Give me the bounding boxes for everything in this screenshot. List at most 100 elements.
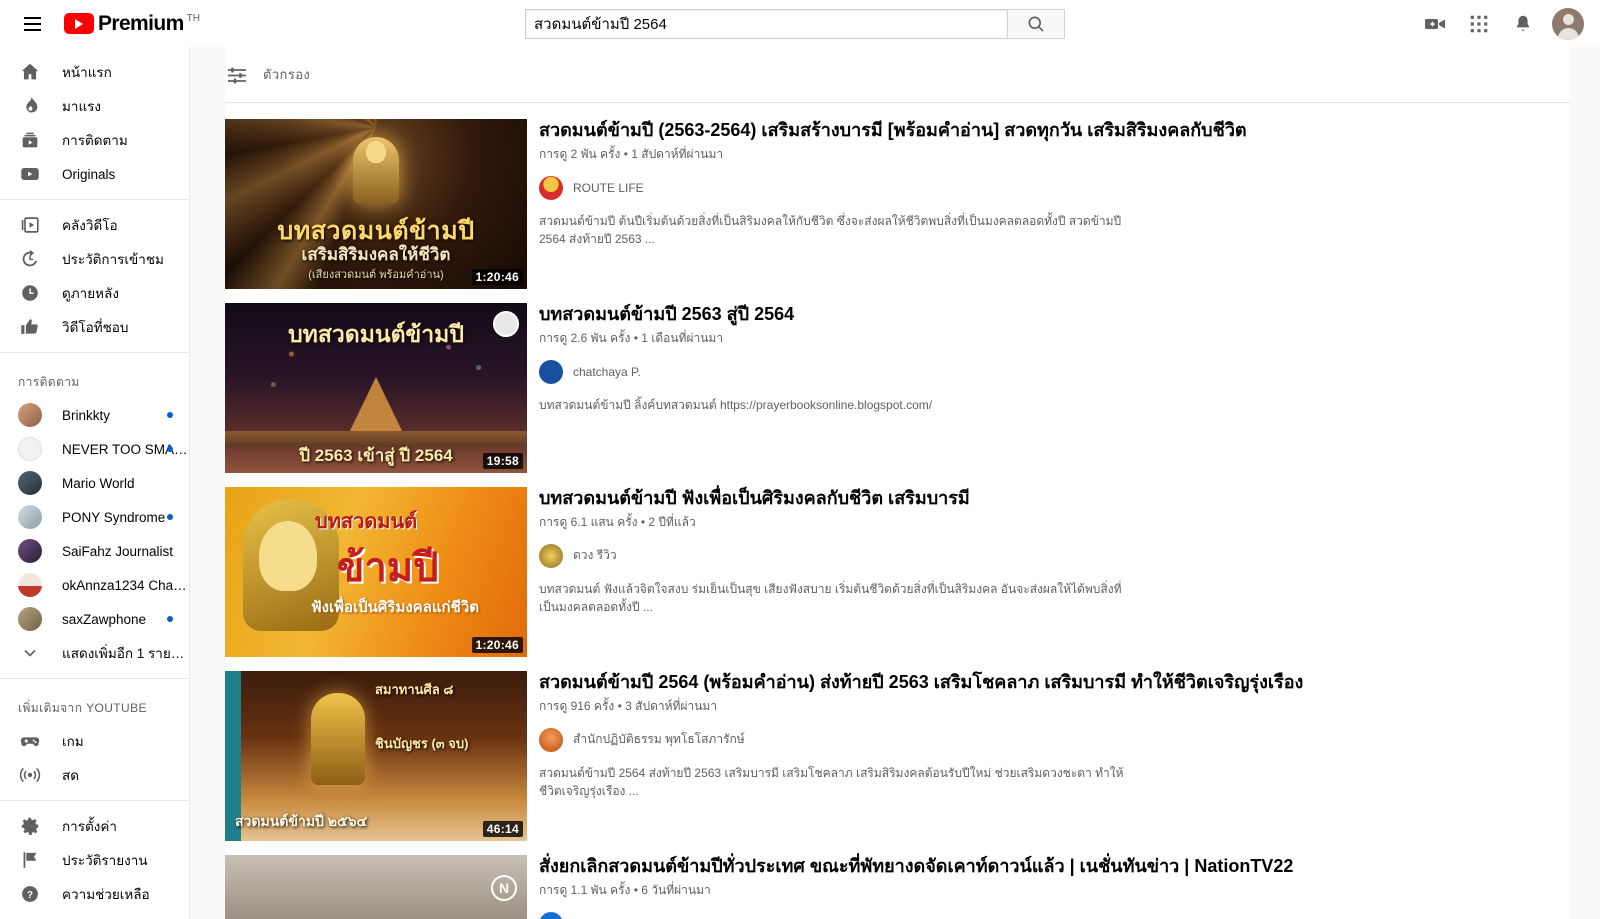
video-channel[interactable]: ดวง รีวิว xyxy=(539,543,1550,568)
video-metadata: การดู 2 พัน ครั้ง • 1 สัปดาห์ที่ผ่านมา xyxy=(539,146,724,161)
video-thumbnail[interactable]: N xyxy=(225,855,527,919)
video-channel[interactable]: chatchaya P. xyxy=(539,359,1550,384)
video-description: บทสวดมนต์ ฟังแล้วจิตใจสงบ ร่มเย็นเป็นสุข… xyxy=(539,581,1122,614)
video-thumbnail[interactable]: บทสวดมนต์ ข้ามปี ฟังเพื่อเป็นศิริมงคลแก่… xyxy=(225,487,527,657)
thumbnail-text-line1: สมาทานศีล ๘ xyxy=(375,682,454,697)
thumbnail-text-line3: ปี 2563 เข้าสู่ ปี 2564 xyxy=(299,446,453,465)
video-channel[interactable]: ROUTE LIFE xyxy=(539,175,1550,200)
video-title[interactable]: บทสวดมนต์ข้ามปี ฟังเพื่อเป็นศิริมงคลกับช… xyxy=(539,487,1550,510)
search-icon xyxy=(1028,16,1044,32)
new-content-dot xyxy=(167,616,173,622)
search-input[interactable] xyxy=(525,8,1007,39)
sidebar-item-help[interactable]: ? ความช่วยเหลือ xyxy=(0,877,189,911)
results-list: บทสวดมนต์ข้ามปี เสริมสิริมงคลให้ชีวิต (เ… xyxy=(225,103,1570,919)
sidebar-item-trending[interactable]: มาแรง xyxy=(0,89,189,123)
account-avatar[interactable] xyxy=(1552,7,1584,40)
channel-avatar xyxy=(18,437,42,461)
thumbnail-text-line2: เสริมสิริมงคลให้ชีวิต xyxy=(301,245,451,264)
sidebar-item-library[interactable]: คลังวิดีโอ xyxy=(0,208,189,242)
video-duration: 19:58 xyxy=(482,453,523,469)
notifications-button[interactable] xyxy=(1508,9,1538,39)
video-camera-plus-icon xyxy=(1425,18,1445,29)
sidebar-item-live[interactable]: สด xyxy=(0,758,189,792)
video-duration: 46:14 xyxy=(482,821,523,837)
video-info: บทสวดมนต์ข้ามปี 2563 สู่ปี 2564 การดู 2.… xyxy=(527,303,1570,473)
video-thumbnail[interactable]: สมาทานศีล ๘ ชินบัญชร (๓ จบ) สวดมนต์ข้ามป… xyxy=(225,671,527,841)
video-description: บทสวดมนต์ข้ามปี ลิ้งค์บทสวดมนต์ https://… xyxy=(539,397,933,412)
video-title[interactable]: สวดมนต์ข้ามปี (2563-2564) เสริมสร้างบารม… xyxy=(539,119,1550,142)
sidebar-item-gaming[interactable]: เกม xyxy=(0,724,189,758)
sidebar-channel-saxzawphone[interactable]: saxZawphone xyxy=(0,602,189,636)
sidebar-channel-mario-world[interactable]: Mario World xyxy=(0,466,189,500)
sidebar-library-section: คลังวิดีโอ ประวัติการเข้าชม ดูภายหลัง วิ… xyxy=(0,200,189,353)
sidebar-more-section: เพิ่มเติมจาก YOUTUBE เกม สด xyxy=(0,679,189,801)
video-info: สั่งยกเลิกสวดมนต์ข้ามปีทั่วประเทศ ขณะที่… xyxy=(527,855,1570,919)
filter-bar: ตัวกรอง xyxy=(225,47,1570,103)
search-result-item[interactable]: N สั่งยกเลิกสวดมนต์ข้ามปีทั่วประเทศ ขณะท… xyxy=(225,855,1570,919)
youtube-premium-logo[interactable]: Premium TH xyxy=(64,13,200,34)
hamburger-menu-icon[interactable] xyxy=(12,4,52,44)
svg-text:?: ? xyxy=(27,890,33,901)
sidebar[interactable]: หน้าแรก มาแรง การติดตาม Originals คลังวิ… xyxy=(0,47,190,919)
search-result-item[interactable]: บทสวดมนต์ ข้ามปี ฟังเพื่อเป็นศิริมงคลแก่… xyxy=(225,487,1570,657)
apps-grid-icon xyxy=(1470,15,1488,32)
sidebar-channel-brinkkty[interactable]: Brinkkty xyxy=(0,398,189,432)
video-channel[interactable]: สำนักปฏิบัติธรรม พุทโธโสภารักษ์ xyxy=(539,727,1550,752)
sidebar-item-home[interactable]: หน้าแรก xyxy=(0,55,189,89)
video-thumbnail[interactable]: บทสวดมนต์ข้ามปี ปี 2563 เข้าสู่ ปี 2564 … xyxy=(225,303,527,473)
gear-icon xyxy=(18,815,42,837)
flag-icon xyxy=(18,849,42,871)
sidebar-label-help: ความช่วยเหลือ xyxy=(62,887,150,902)
show-more-label: แสดงเพิ่มอีก 1 รายการ xyxy=(62,646,189,661)
sidebar-channel-pony-syndrome[interactable]: PONY Syndrome xyxy=(0,500,189,534)
search-result-item[interactable]: บทสวดมนต์ข้ามปี เสริมสิริมงคลให้ชีวิต (เ… xyxy=(225,119,1570,289)
sidebar-label-liked-videos: วิดีโอที่ชอบ xyxy=(62,320,129,335)
sidebar-item-subscriptions[interactable]: การติดตาม xyxy=(0,123,189,157)
video-title[interactable]: สั่งยกเลิกสวดมนต์ข้ามปีทั่วประเทศ ขณะที่… xyxy=(539,855,1550,878)
sidebar-channel-never-too-small[interactable]: NEVER TOO SMALL xyxy=(0,432,189,466)
sidebar-subscriptions-section: การติดตาม Brinkkty NEVER TOO SMALL Mario… xyxy=(0,353,189,679)
sidebar-channel-saifahz-journalist[interactable]: SaiFahz Journalist xyxy=(0,534,189,568)
sidebar-item-watch-later[interactable]: ดูภายหลัง xyxy=(0,276,189,310)
sidebar-item-settings[interactable]: การตั้งค่า xyxy=(0,809,189,843)
sidebar-label-history: ประวัติการเข้าชม xyxy=(62,252,164,267)
thumbnail-text-line1: บทสวดมนต์ข้ามปี xyxy=(288,321,464,347)
video-duration: 1:20:46 xyxy=(471,269,523,285)
channel-label: Brinkkty xyxy=(62,407,111,423)
more-from-youtube-heading: เพิ่มเติมจาก YOUTUBE xyxy=(18,701,147,715)
sidebar-show-more-button[interactable]: แสดงเพิ่มอีก 1 รายการ xyxy=(0,636,189,670)
sidebar-settings-section: การตั้งค่า ประวัติรายงาน ? ความช่วยเหลือ xyxy=(0,801,189,919)
search-button[interactable] xyxy=(1007,8,1065,39)
youtube-originals-icon xyxy=(18,163,42,185)
create-video-button[interactable] xyxy=(1420,9,1450,39)
video-metadata: การดู 6.1 แสน ครั้ง • 2 ปีที่แล้ว xyxy=(539,514,696,529)
search-result-item[interactable]: สมาทานศีล ๘ ชินบัญชร (๓ จบ) สวดมนต์ข้ามป… xyxy=(225,671,1570,841)
video-thumbnail[interactable]: บทสวดมนต์ข้ามปี เสริมสิริมงคลให้ชีวิต (เ… xyxy=(225,119,527,289)
video-description: สวดมนต์ข้ามปี ต้นปีเริ่มต้นด้วยสิ่งที่เป… xyxy=(539,213,1122,246)
sidebar-label-subscriptions: การติดตาม xyxy=(62,133,128,148)
logo-text: Premium xyxy=(98,12,184,35)
filter-button[interactable]: ตัวกรอง xyxy=(225,57,310,93)
help-question-icon: ? xyxy=(18,883,42,905)
history-icon xyxy=(18,248,42,270)
watch-later-clock-icon xyxy=(18,282,42,304)
sidebar-item-history[interactable]: ประวัติการเข้าชม xyxy=(0,242,189,276)
sidebar-item-send-feedback[interactable]: ส่งความคิดเห็น xyxy=(0,911,189,919)
video-title[interactable]: บทสวดมนต์ข้ามปี 2563 สู่ปี 2564 xyxy=(539,303,1550,326)
sidebar-label-home: หน้าแรก xyxy=(62,65,112,80)
search-result-item[interactable]: บทสวดมนต์ข้ามปี ปี 2563 เข้าสู่ ปี 2564 … xyxy=(225,303,1570,473)
sidebar-channel-okannza1234[interactable]: okAnnza1234 Channel xyxy=(0,568,189,602)
sidebar-item-liked-videos[interactable]: วิดีโอที่ชอบ xyxy=(0,310,189,344)
sidebar-label-live: สด xyxy=(62,768,80,783)
apps-button[interactable] xyxy=(1464,9,1494,39)
video-info: บทสวดมนต์ข้ามปี ฟังเพื่อเป็นศิริมงคลกับช… xyxy=(527,487,1570,657)
video-channel[interactable] xyxy=(539,911,1550,919)
sidebar-item-report-history[interactable]: ประวัติรายงาน xyxy=(0,843,189,877)
filter-label: ตัวกรอง xyxy=(263,67,311,82)
channel-label: saxZawphone xyxy=(62,611,147,627)
video-title[interactable]: สวดมนต์ข้ามปี 2564 (พร้อมคำอ่าน) ส่งท้าย… xyxy=(539,671,1550,694)
video-metadata: การดู 2.6 พัน ครั้ง • 1 เดือนที่ผ่านมา xyxy=(539,330,724,345)
channel-label: okAnnza1234 Channel xyxy=(62,577,189,593)
sidebar-item-originals[interactable]: Originals xyxy=(0,157,189,191)
thumbs-up-icon xyxy=(18,316,42,338)
